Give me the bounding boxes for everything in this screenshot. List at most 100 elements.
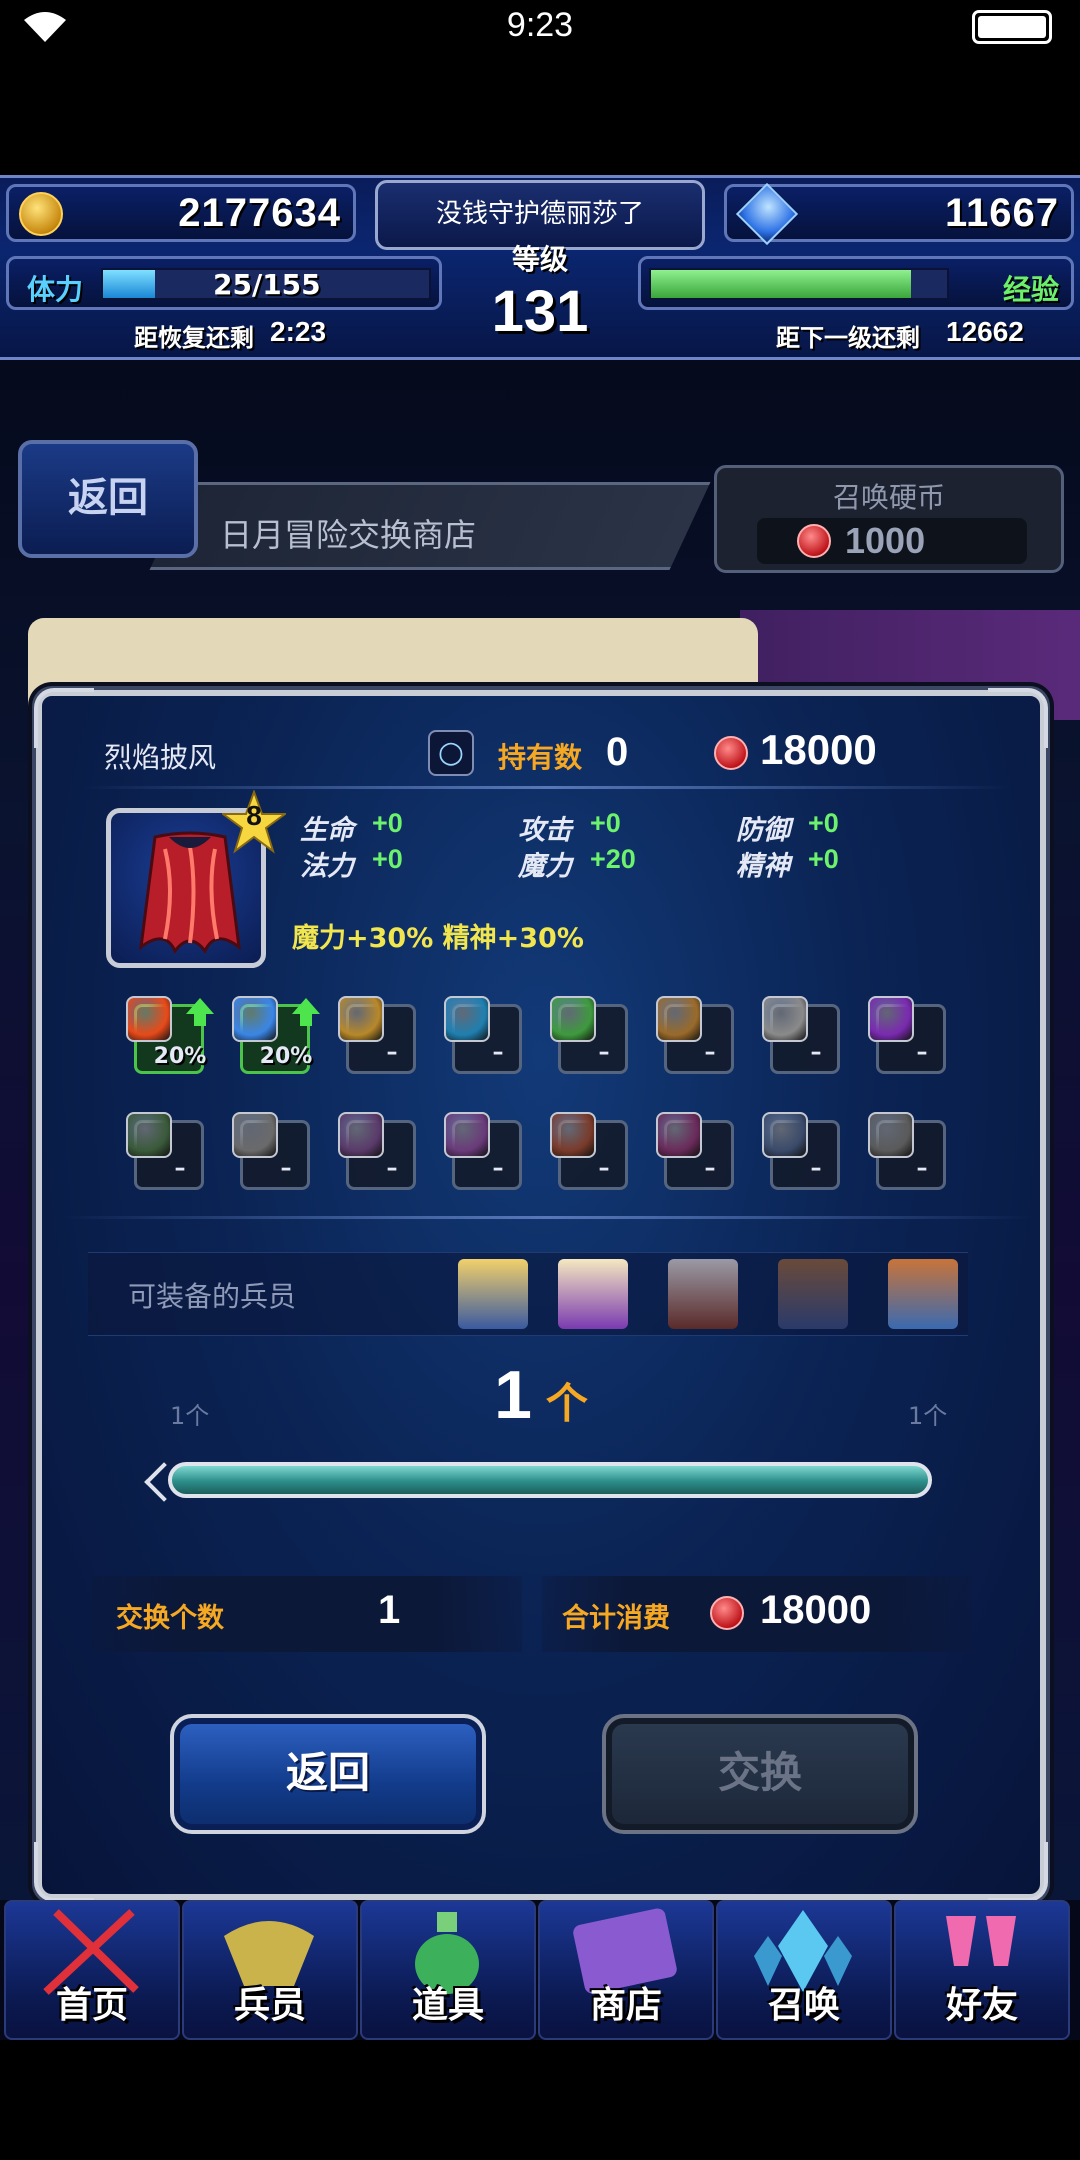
nav-items-label: 道具 — [411, 1985, 484, 2026]
next-level-label: 距下一级还剩 — [776, 324, 920, 352]
summon-coin-amount-box: 1000 — [757, 518, 1027, 564]
nav-friends-label: 好友 — [945, 1985, 1018, 2026]
stat-label-mag: 魔力 — [518, 851, 572, 882]
status-time: 9:23 — [506, 6, 574, 44]
rarity-number: 8 — [246, 800, 262, 831]
stamina-recover-label: 距恢复还剩 — [134, 324, 254, 352]
unit-avatar — [558, 1259, 628, 1329]
stamina-bar: 25/155 — [101, 268, 431, 301]
nav-shop[interactable]: 商店 — [538, 1900, 714, 2040]
exp-panel: 经验 — [638, 256, 1074, 310]
gem-icon — [735, 182, 799, 246]
stamina-panel: 体力 25/155 — [6, 256, 442, 310]
lightning-icon — [338, 996, 384, 1042]
gil-panel: 2177634 — [6, 184, 356, 242]
stat-label-atk: 攻击 — [518, 815, 572, 846]
equippable-units-label: 可装备的兵员 — [128, 1280, 297, 1313]
nav-summon[interactable]: 召唤 — [716, 1900, 892, 2040]
nav-home-label: 首页 — [55, 1985, 128, 2026]
summon-coin-title: 召唤硬币 — [832, 481, 945, 514]
dark-resistance: – — [868, 996, 946, 1074]
unit-avatar — [778, 1259, 848, 1329]
nav-units[interactable]: 兵员 — [182, 1900, 358, 2040]
fire-icon — [126, 996, 172, 1042]
dialog-corner-ornament — [988, 1842, 1048, 1902]
stat-value-mag: +20 — [590, 844, 636, 874]
stat-value-hp: +0 — [372, 808, 403, 838]
nav-summon-label: 召唤 — [767, 1985, 840, 2026]
petrify-icon — [868, 1112, 914, 1158]
quantity-unit: 个 — [545, 1379, 588, 1428]
gem-amount: 11667 — [944, 191, 1059, 235]
exchange-button[interactable]: 交换 — [602, 1714, 918, 1834]
quantity-value: 1 — [494, 1357, 532, 1433]
bottom-nav: 首页 兵员 道具 商店 召唤 好友 — [0, 1900, 1080, 2040]
unit-avatar — [668, 1259, 738, 1329]
earth-resistance: – — [656, 996, 734, 1074]
exp-bar-fill — [651, 270, 912, 298]
level-label: 等级 — [511, 243, 568, 276]
poison-icon — [126, 1112, 172, 1158]
stat-value-spr: +0 — [808, 844, 839, 874]
max-quantity-label: 1个 — [908, 1402, 948, 1430]
wind-icon — [550, 996, 596, 1042]
unit-avatar — [458, 1259, 528, 1329]
stat-bonus: 魔力+30% 精神+30% — [292, 923, 584, 954]
dialog-back-button[interactable]: 返回 — [170, 1714, 486, 1834]
bottom-spacer — [0, 2040, 1080, 2160]
level-number: 131 — [491, 279, 589, 344]
item-name: 烈焰披风 — [104, 741, 217, 774]
disease-icon — [762, 1112, 808, 1158]
equippable-units-row: 可装备的兵员 — [88, 1252, 968, 1336]
stamina-bar-fill — [103, 270, 156, 298]
ring-icon: ○ — [428, 730, 474, 776]
stamina-value: 25/155 — [213, 268, 321, 301]
fire-resistance: 20% — [126, 996, 214, 1074]
nav-home[interactable]: 首页 — [4, 1900, 180, 2040]
water-resistance: – — [444, 996, 522, 1074]
summon-coin-icon — [797, 524, 831, 558]
petrify-resistance: – — [868, 1112, 946, 1190]
silence-resistance: – — [444, 1112, 522, 1190]
nav-items[interactable]: 道具 — [360, 1900, 536, 2040]
confusion-icon — [656, 1112, 702, 1158]
stat-label-mp: 法力 — [300, 851, 354, 882]
holy-resistance: – — [762, 996, 840, 1074]
battery-icon — [972, 10, 1052, 44]
gil-amount: 2177634 — [178, 191, 341, 235]
nav-friends[interactable]: 好友 — [894, 1900, 1070, 2040]
summon-coin-panel: 召唤硬币 1000 — [714, 465, 1064, 573]
water-icon — [444, 996, 490, 1042]
exchange-count-label: 交换个数 — [116, 1603, 224, 1634]
total-cost-value: 18000 — [760, 1588, 872, 1632]
divider — [62, 1216, 1032, 1219]
earth-icon — [656, 996, 702, 1042]
shop-title: 日月冒险交换商店 — [220, 516, 477, 554]
item-exchange-dialog: 烈焰披风 ○ 持有数 0 18000 8 生命 +0 攻击 +0 防御 +0 法… — [34, 688, 1048, 1902]
sleep-resistance: – — [338, 1112, 416, 1190]
blind-icon — [232, 1112, 278, 1158]
stamina-recover-time: 2:23 — [270, 316, 327, 347]
dialog-corner-ornament — [34, 1842, 94, 1902]
arrow-up-icon — [186, 998, 214, 1026]
holy-icon — [762, 996, 808, 1042]
dark-icon — [868, 996, 914, 1042]
quantity-slider[interactable] — [168, 1462, 932, 1498]
back-button[interactable]: 返回 — [18, 440, 198, 558]
summon-coin-icon — [714, 736, 748, 770]
poison-resistance: – — [126, 1112, 204, 1190]
total-cost-label: 合计消费 — [562, 1603, 670, 1634]
player-hud: 2177634 没钱守护德丽莎了 11667 体力 25/155 距恢复还剩 2… — [0, 175, 1080, 360]
stat-value-def: +0 — [808, 808, 839, 838]
status-bar: 9:23 — [0, 0, 1080, 54]
ice-icon — [232, 996, 278, 1042]
stat-label-spr: 精神 — [736, 851, 790, 882]
nav-units-label: 兵员 — [233, 1985, 306, 2026]
dialog-corner-ornament — [34, 688, 94, 748]
confusion-resistance: – — [656, 1112, 734, 1190]
stat-value-atk: +0 — [590, 808, 621, 838]
owned-label: 持有数 — [498, 741, 583, 774]
summon-coin-icon — [710, 1596, 744, 1630]
dialog-corner-ornament — [988, 688, 1048, 748]
exchange-count-value: 1 — [378, 1588, 401, 1632]
